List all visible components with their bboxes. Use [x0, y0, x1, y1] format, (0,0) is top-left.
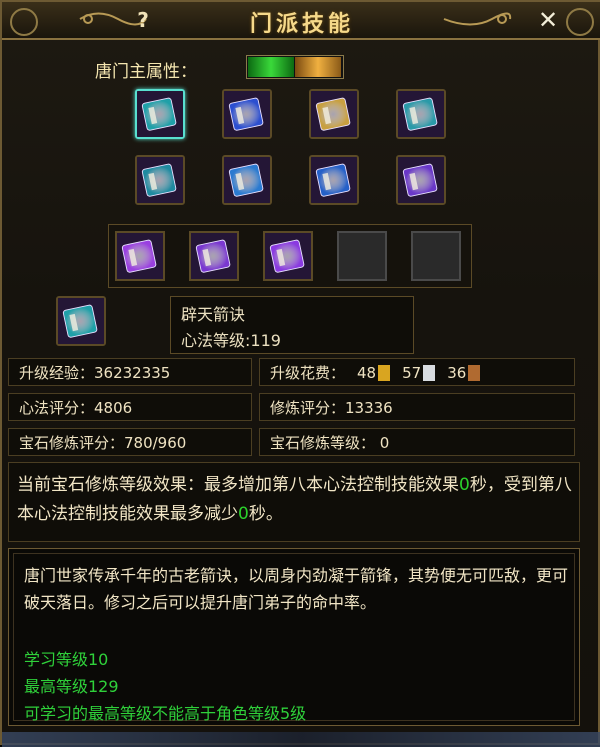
blue-book-icon[interactable] [309, 155, 359, 205]
claw-skill-icon[interactable] [189, 231, 239, 281]
method-score: 心法评分：4806 [8, 393, 252, 421]
skill-description: 唐门世家传承千年的古老箭诀，以周身内劲凝于箭锋，其势便无可匹敌，更可破天落日。修… [24, 566, 569, 612]
cost-amount: 48 [357, 364, 377, 382]
window-title: 门派技能 [249, 12, 354, 37]
max-level: 最高等级129 [24, 677, 119, 696]
fire-attribute-icon [295, 57, 341, 77]
cost-amount: 57 [402, 364, 422, 382]
main-attribute-label: 唐门主属性： [95, 62, 197, 82]
cost-item: 36 [447, 359, 481, 387]
upgrade-cost: 升级花费： 48 57 36 [259, 358, 575, 386]
upgrade-exp: 升级经验：36232335 [8, 358, 252, 386]
teal-book-icon[interactable] [396, 89, 446, 139]
skill-level: 心法等级:119 [181, 331, 281, 350]
gold-book-icon[interactable] [309, 89, 359, 139]
blue-book-icon[interactable] [222, 89, 272, 139]
current-skill-book[interactable] [56, 296, 106, 346]
title-bar[interactable]: ? 门派技能 ✕ [2, 2, 600, 40]
gem-practice-level: 宝石修炼等级： 0 [259, 428, 575, 456]
skill-info-box: 辟天箭诀 心法等级:119 [170, 296, 414, 354]
silver-token-icon [423, 365, 436, 381]
upgrade-cost-label: 升级花费： [270, 364, 346, 382]
skill-name: 辟天箭诀 [181, 305, 246, 324]
skill-description-box: 唐门世家传承千年的古老箭诀，以周身内劲凝于箭锋，其势便无可匹敌，更可破天落日。修… [8, 548, 580, 726]
gold-token-icon [378, 365, 391, 381]
vortex-icon[interactable] [396, 155, 446, 205]
level-limit: 可学习的最高等级不能高于角色等级5级 [24, 704, 307, 723]
cost-item: 48 [357, 359, 391, 387]
gem-effect-text: 当前宝石修炼等级效果：最多增加第八本心法控制技能效果0秒，受到第八本心法控制技能… [17, 475, 572, 524]
cost-amount: 36 [447, 364, 467, 382]
wood-attribute-icon [248, 57, 294, 77]
meditate-skill-icon[interactable] [263, 231, 313, 281]
teal-book-icon[interactable] [135, 89, 185, 139]
empty-slot[interactable] [337, 231, 387, 281]
sect-skill-window: ? 门派技能 ✕ 唐门主属性： 辟天箭诀 心法等级:119 升级经验：36232… [0, 0, 600, 747]
slash-skill-icon[interactable] [115, 231, 165, 281]
skill-bar [108, 224, 472, 288]
learn-level: 学习等级10 [24, 650, 109, 669]
teal-book-icon[interactable] [135, 155, 185, 205]
bronze-token-icon [468, 365, 481, 381]
cost-item: 57 [402, 359, 436, 387]
empty-slot[interactable] [411, 231, 461, 281]
practice-score: 修炼评分：13336 [259, 393, 575, 421]
gem-effect-box: 当前宝石修炼等级效果：最多增加第八本心法控制技能效果0秒，受到第八本心法控制技能… [8, 462, 580, 542]
main-attribute-indicator [246, 55, 344, 79]
gem-practice-score: 宝石修炼评分：780/960 [8, 428, 252, 456]
blue-book-icon[interactable] [222, 155, 272, 205]
close-button[interactable]: ✕ [534, 7, 562, 33]
